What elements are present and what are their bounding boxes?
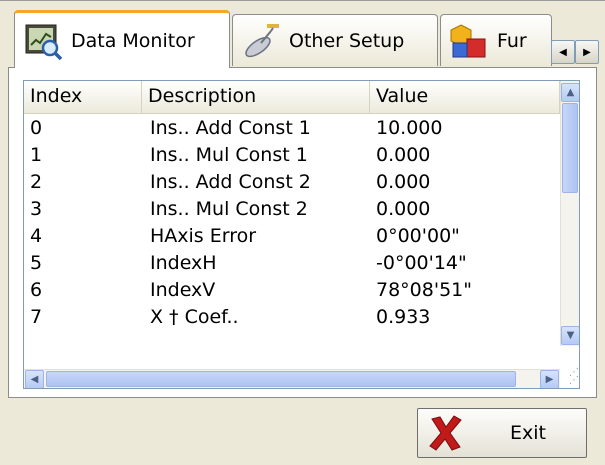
vertical-scrollbar[interactable]: ▲ ▼ <box>560 81 579 346</box>
row-value: 0.000 <box>376 144 431 166</box>
tab-data-monitor-label: Data Monitor <box>71 29 195 52</box>
list-row[interactable]: 2 Ins.. Add Const 2 0.000 <box>24 169 560 196</box>
data-list-view[interactable]: Index Description Value 0 Ins.. Add Cons… <box>23 80 580 389</box>
tab-other-setup[interactable]: Other Setup <box>232 14 438 66</box>
row-value: 0.000 <box>376 171 431 193</box>
scroll-down-button[interactable]: ▼ <box>561 326 579 345</box>
row-description: IndexH <box>150 252 217 274</box>
column-header-index[interactable]: Index <box>24 81 142 113</box>
list-rows: 0 Ins.. Add Const 1 10.000 1 Ins.. Mul C… <box>24 115 560 331</box>
satellite-icon <box>241 21 281 61</box>
row-index: 7 <box>30 306 43 328</box>
scroll-up-button[interactable]: ▲ <box>561 83 579 102</box>
tab-scroll-left-button[interactable]: ◀ <box>551 40 575 64</box>
row-index: 0 <box>30 117 43 139</box>
exit-button-label: Exit <box>510 422 546 444</box>
row-description: Ins.. Add Const 1 <box>150 117 311 139</box>
data-monitor-icon <box>23 21 63 61</box>
list-row[interactable]: 5 IndexH -0°00'14" <box>24 250 560 277</box>
tab-other-setup-label: Other Setup <box>289 29 405 52</box>
tab-functions[interactable]: Fur <box>440 14 552 66</box>
vertical-scroll-thumb[interactable] <box>562 103 578 193</box>
list-row[interactable]: 7 X † Coef.. 0.933 <box>24 304 560 331</box>
window-top-border <box>0 0 605 1</box>
list-row[interactable]: 4 HAxis Error 0°00'00" <box>24 223 560 250</box>
tab-scroll-right-button[interactable]: ▶ <box>575 40 599 64</box>
row-value: 10.000 <box>376 117 443 139</box>
row-description: HAxis Error <box>150 225 257 247</box>
row-description: Ins.. Add Const 2 <box>150 171 311 193</box>
list-row[interactable]: 1 Ins.. Mul Const 1 0.000 <box>24 142 560 169</box>
row-description: Ins.. Mul Const 1 <box>150 144 308 166</box>
row-value: 78°08'51" <box>376 279 472 301</box>
row-index: 6 <box>30 279 43 301</box>
tab-data-monitor[interactable]: Data Monitor <box>14 10 230 68</box>
row-value: -0°00'14" <box>376 252 467 274</box>
row-index: 2 <box>30 171 43 193</box>
row-value: 0.933 <box>376 306 431 328</box>
list-row[interactable]: 6 IndexV 78°08'51" <box>24 277 560 304</box>
row-value: 0°00'00" <box>376 225 460 247</box>
row-index: 4 <box>30 225 43 247</box>
list-row[interactable]: 3 Ins.. Mul Const 2 0.000 <box>24 196 560 223</box>
column-header-description[interactable]: Description <box>142 81 370 113</box>
exit-button[interactable]: Exit <box>417 408 587 458</box>
red-x-icon <box>426 413 466 453</box>
list-row[interactable]: 0 Ins.. Add Const 1 10.000 <box>24 115 560 142</box>
row-description: IndexV <box>150 279 216 301</box>
row-index: 1 <box>30 144 43 166</box>
scroll-right-button[interactable]: ▶ <box>540 370 559 388</box>
shapes-icon <box>449 21 489 61</box>
list-header: Index Description Value <box>24 81 560 114</box>
horizontal-scroll-thumb[interactable] <box>46 371 516 387</box>
horizontal-scrollbar[interactable]: ◀ ▶ <box>24 369 560 388</box>
tab-scroll-controls: ◀ ▶ <box>551 40 599 64</box>
column-header-value[interactable]: Value <box>370 81 560 113</box>
scroll-left-button[interactable]: ◀ <box>25 370 44 388</box>
row-description: X † Coef.. <box>150 306 239 328</box>
row-description: Ins.. Mul Const 2 <box>150 198 308 220</box>
row-value: 0.000 <box>376 198 431 220</box>
size-grip-icon[interactable]: ⋰ ⋰ <box>560 368 579 388</box>
row-index: 5 <box>30 252 43 274</box>
tab-panel: Index Description Value 0 Ins.. Add Cons… <box>8 68 597 398</box>
row-index: 3 <box>30 198 43 220</box>
tab-functions-label: Fur <box>497 29 527 52</box>
